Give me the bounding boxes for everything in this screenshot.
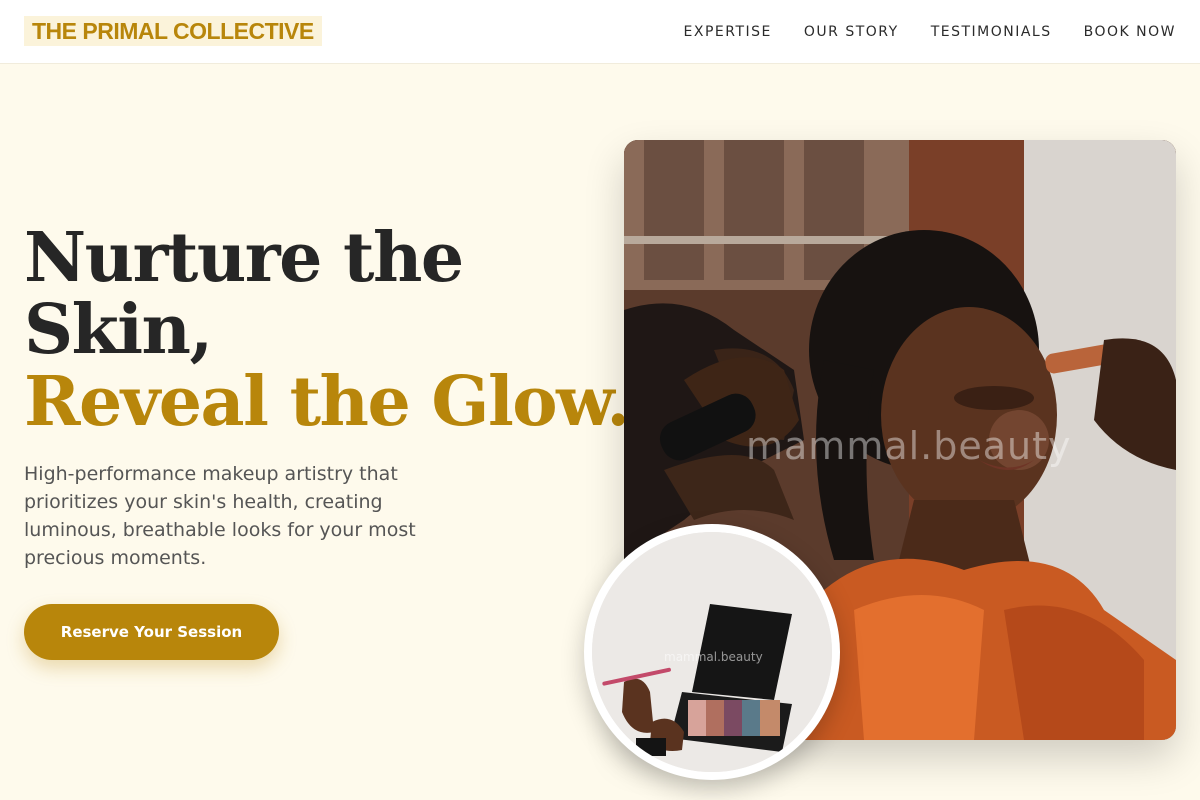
hero-photo-watermark: mammal.beauty <box>746 424 1072 468</box>
site-header: THE PRIMAL COLLECTIVE EXPERTISE OUR STOR… <box>0 0 1200 64</box>
inset-photo-frame: mammal.beauty <box>592 532 832 772</box>
nav-link-our-story[interactable]: OUR STORY <box>804 22 899 42</box>
hero-title-line-2: Skin, <box>24 290 213 370</box>
reserve-session-button[interactable]: Reserve Your Session <box>24 604 279 660</box>
hero-title: Nurture the Skin, Reveal the Glow. <box>24 218 630 442</box>
inset-photo-watermark: mammal.beauty <box>664 650 763 664</box>
nav-link-book-now[interactable]: BOOK NOW <box>1084 22 1176 42</box>
eyeshadow-pans <box>688 700 780 736</box>
brand-logo[interactable]: THE PRIMAL COLLECTIVE <box>24 16 322 46</box>
hero-subtitle: High-performance makeup artistry that pr… <box>24 463 416 569</box>
hero-title-accent: Reveal the Glow. <box>24 362 630 442</box>
nav-link-expertise[interactable]: EXPERTISE <box>684 22 772 42</box>
main-nav: EXPERTISE OUR STORY TESTIMONIALS BOOK NO… <box>684 22 1176 42</box>
hero-title-line-1: Nurture the <box>24 218 464 298</box>
inset-photo-palette: mammal.beauty <box>584 524 840 780</box>
nav-link-testimonials[interactable]: TESTIMONIALS <box>931 22 1052 42</box>
